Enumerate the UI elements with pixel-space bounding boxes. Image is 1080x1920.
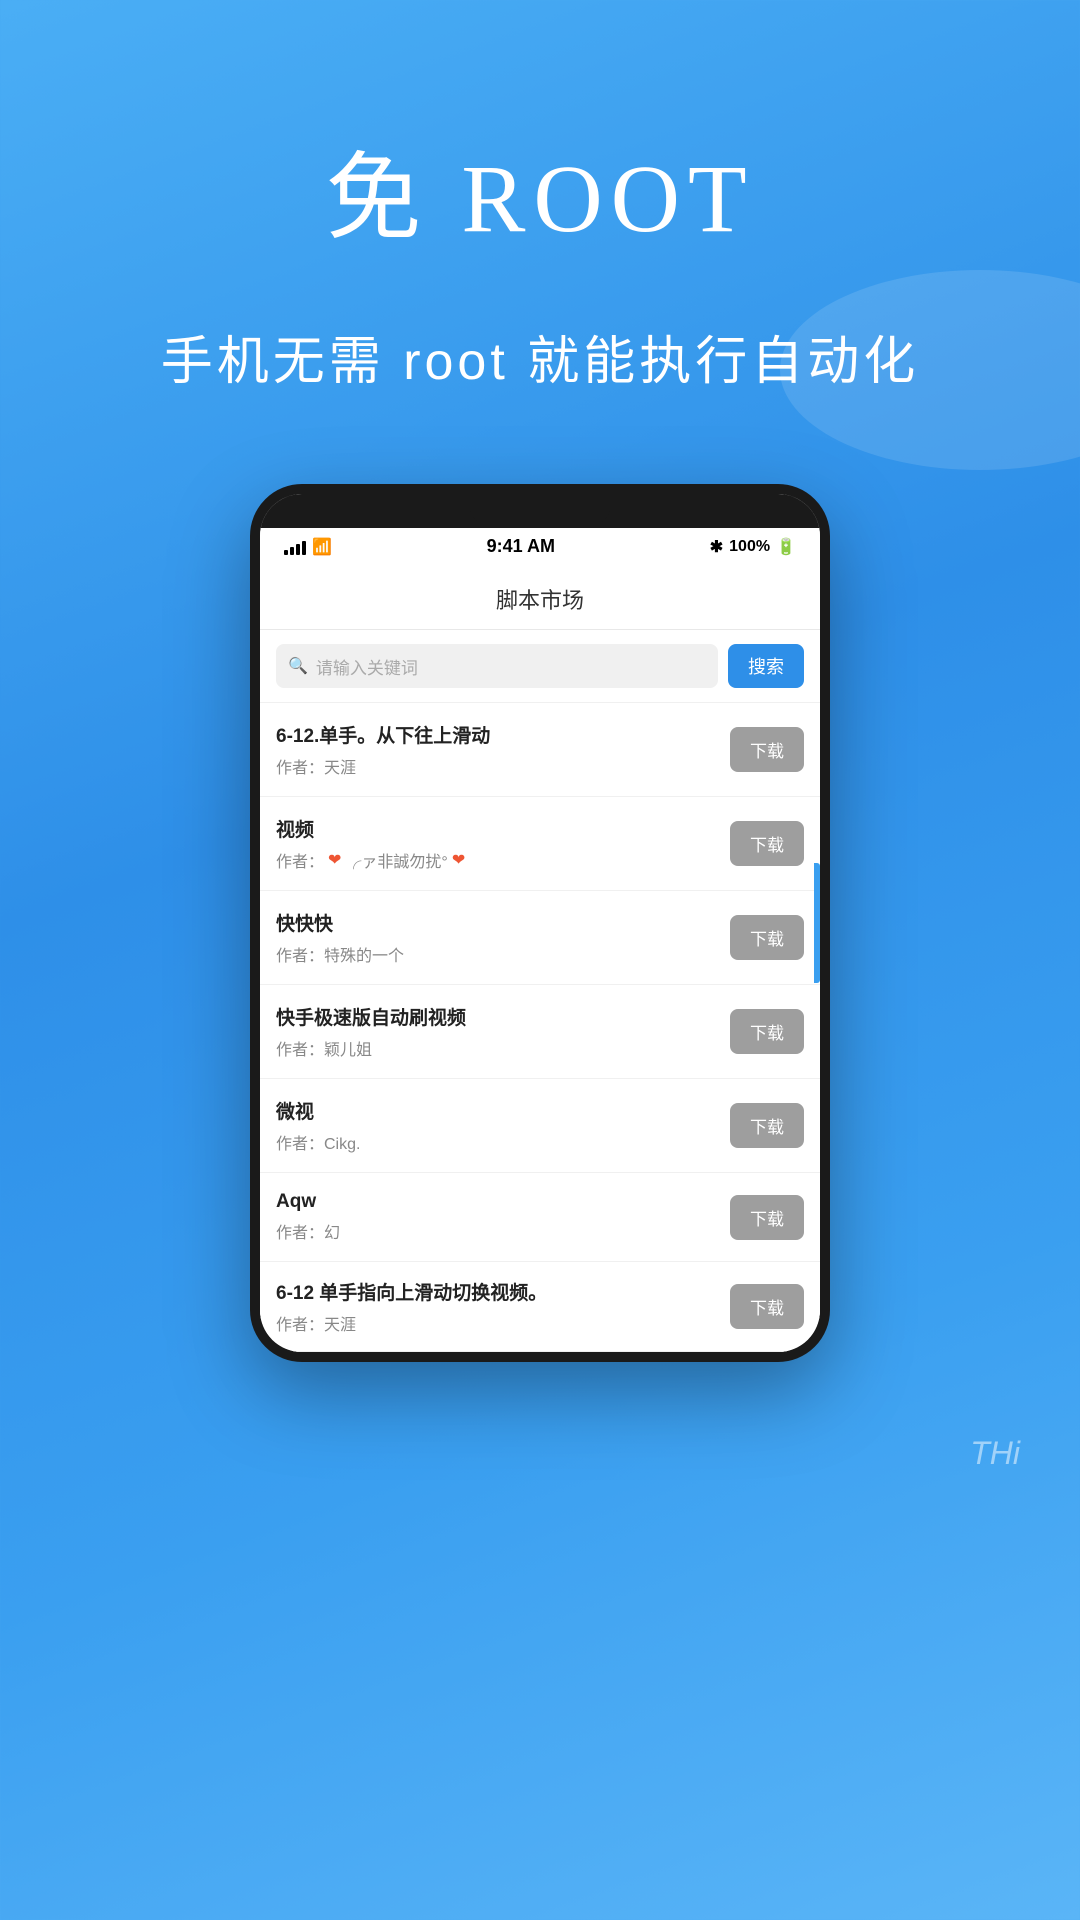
status-left: 📶	[284, 537, 332, 557]
wifi-icon: 📶	[312, 537, 332, 557]
signal-bar-2	[290, 547, 294, 555]
search-row: 🔍 请输入关键词 搜索	[260, 630, 820, 703]
status-bar: 📶 9:41 AM ✱ 100% 🔋	[260, 528, 820, 565]
item-author-6: 作者：幻	[276, 1219, 730, 1243]
item-title-7: 6-12 单手指向上滑动切换视频。	[276, 1278, 730, 1305]
item-info-3: 快快快 作者：特殊的一个	[276, 909, 730, 966]
author-prefix-2: 作者：	[276, 848, 324, 872]
list-item: 视频 作者： ❤ ╭ァ非誠勿扰° ❤ 下载	[260, 797, 820, 891]
item-info-4: 快手极速版自动刷视频 作者：颖儿姐	[276, 1003, 730, 1060]
download-button-3[interactable]: 下载	[730, 915, 804, 960]
item-title-1: 6-12.单手。从下往上滑动	[276, 721, 730, 748]
item-author-2: 作者： ❤ ╭ァ非誠勿扰° ❤	[276, 848, 730, 872]
heart-icon-right: ❤	[452, 850, 465, 870]
signal-bar-4	[302, 541, 306, 555]
download-button-5[interactable]: 下载	[730, 1103, 804, 1148]
battery-icon: 🔋	[776, 537, 796, 557]
list-item: 6-12.单手。从下往上滑动 作者：天涯 下载	[260, 703, 820, 797]
item-info-7: 6-12 单手指向上滑动切换视频。 作者：天涯	[276, 1278, 730, 1335]
search-button[interactable]: 搜索	[728, 644, 804, 688]
item-title-6: Aqw	[276, 1191, 730, 1213]
bluetooth-icon: ✱	[710, 537, 723, 557]
download-button-1[interactable]: 下载	[730, 727, 804, 772]
item-title-3: 快快快	[276, 909, 730, 936]
phone-frame: 📶 9:41 AM ✱ 100% 🔋 脚本市场 🔍 请输入关键词 搜索	[250, 484, 830, 1362]
item-title-4: 快手极速版自动刷视频	[276, 1003, 730, 1030]
item-info-5: 微视 作者：Cikg.	[276, 1097, 730, 1154]
heart-icon-left: ❤	[328, 850, 341, 870]
list-item: 6-12 单手指向上滑动切换视频。 作者：天涯 下载	[260, 1262, 820, 1352]
phone-notch	[260, 494, 820, 528]
status-time: 9:41 AM	[487, 536, 555, 557]
item-author-1: 作者：天涯	[276, 754, 730, 778]
app-content: 🔍 请输入关键词 搜索 6-12.单手。从下往上滑动 作者：天涯 下载 视频 作	[260, 630, 820, 1352]
signal-icon	[284, 539, 306, 555]
author-name-2: ╭ァ非誠勿扰°	[345, 848, 447, 872]
item-title-5: 微视	[276, 1097, 730, 1124]
bottom-watermark: THi	[970, 1435, 1020, 1472]
item-author-7: 作者：天涯	[276, 1311, 730, 1335]
list-item: 快快快 作者：特殊的一个 下载	[260, 891, 820, 985]
search-input-wrapper[interactable]: 🔍 请输入关键词	[276, 644, 718, 688]
item-info-6: Aqw 作者：幻	[276, 1191, 730, 1243]
battery-percent: 100%	[729, 538, 770, 556]
download-button-4[interactable]: 下载	[730, 1009, 804, 1054]
app-header: 脚本市场	[260, 565, 820, 630]
list-item: 微视 作者：Cikg. 下载	[260, 1079, 820, 1173]
notch-cutout	[470, 497, 610, 525]
download-button-7[interactable]: 下载	[730, 1284, 804, 1329]
signal-bar-3	[296, 544, 300, 555]
item-title-2: 视频	[276, 815, 730, 842]
search-placeholder-text: 请输入关键词	[316, 654, 418, 679]
item-info-2: 视频 作者： ❤ ╭ァ非誠勿扰° ❤	[276, 815, 730, 872]
search-icon: 🔍	[288, 656, 308, 676]
download-button-6[interactable]: 下载	[730, 1195, 804, 1240]
list-item: Aqw 作者：幻 下载	[260, 1173, 820, 1262]
hero-title: 免 ROOT	[0, 120, 1080, 259]
status-right: ✱ 100% 🔋	[710, 537, 796, 557]
phone-wrapper: 📶 9:41 AM ✱ 100% 🔋 脚本市场 🔍 请输入关键词 搜索	[0, 454, 1080, 1362]
list-item: 快手极速版自动刷视频 作者：颖儿姐 下载	[260, 985, 820, 1079]
bottom-area: THi	[0, 1402, 1080, 1482]
signal-bar-1	[284, 550, 288, 555]
item-author-5: 作者：Cikg.	[276, 1130, 730, 1154]
app-title: 脚本市场	[496, 588, 584, 613]
item-info-1: 6-12.单手。从下往上滑动 作者：天涯	[276, 721, 730, 778]
item-author-3: 作者：特殊的一个	[276, 942, 730, 966]
item-author-4: 作者：颖儿姐	[276, 1036, 730, 1060]
download-button-2[interactable]: 下载	[730, 821, 804, 866]
